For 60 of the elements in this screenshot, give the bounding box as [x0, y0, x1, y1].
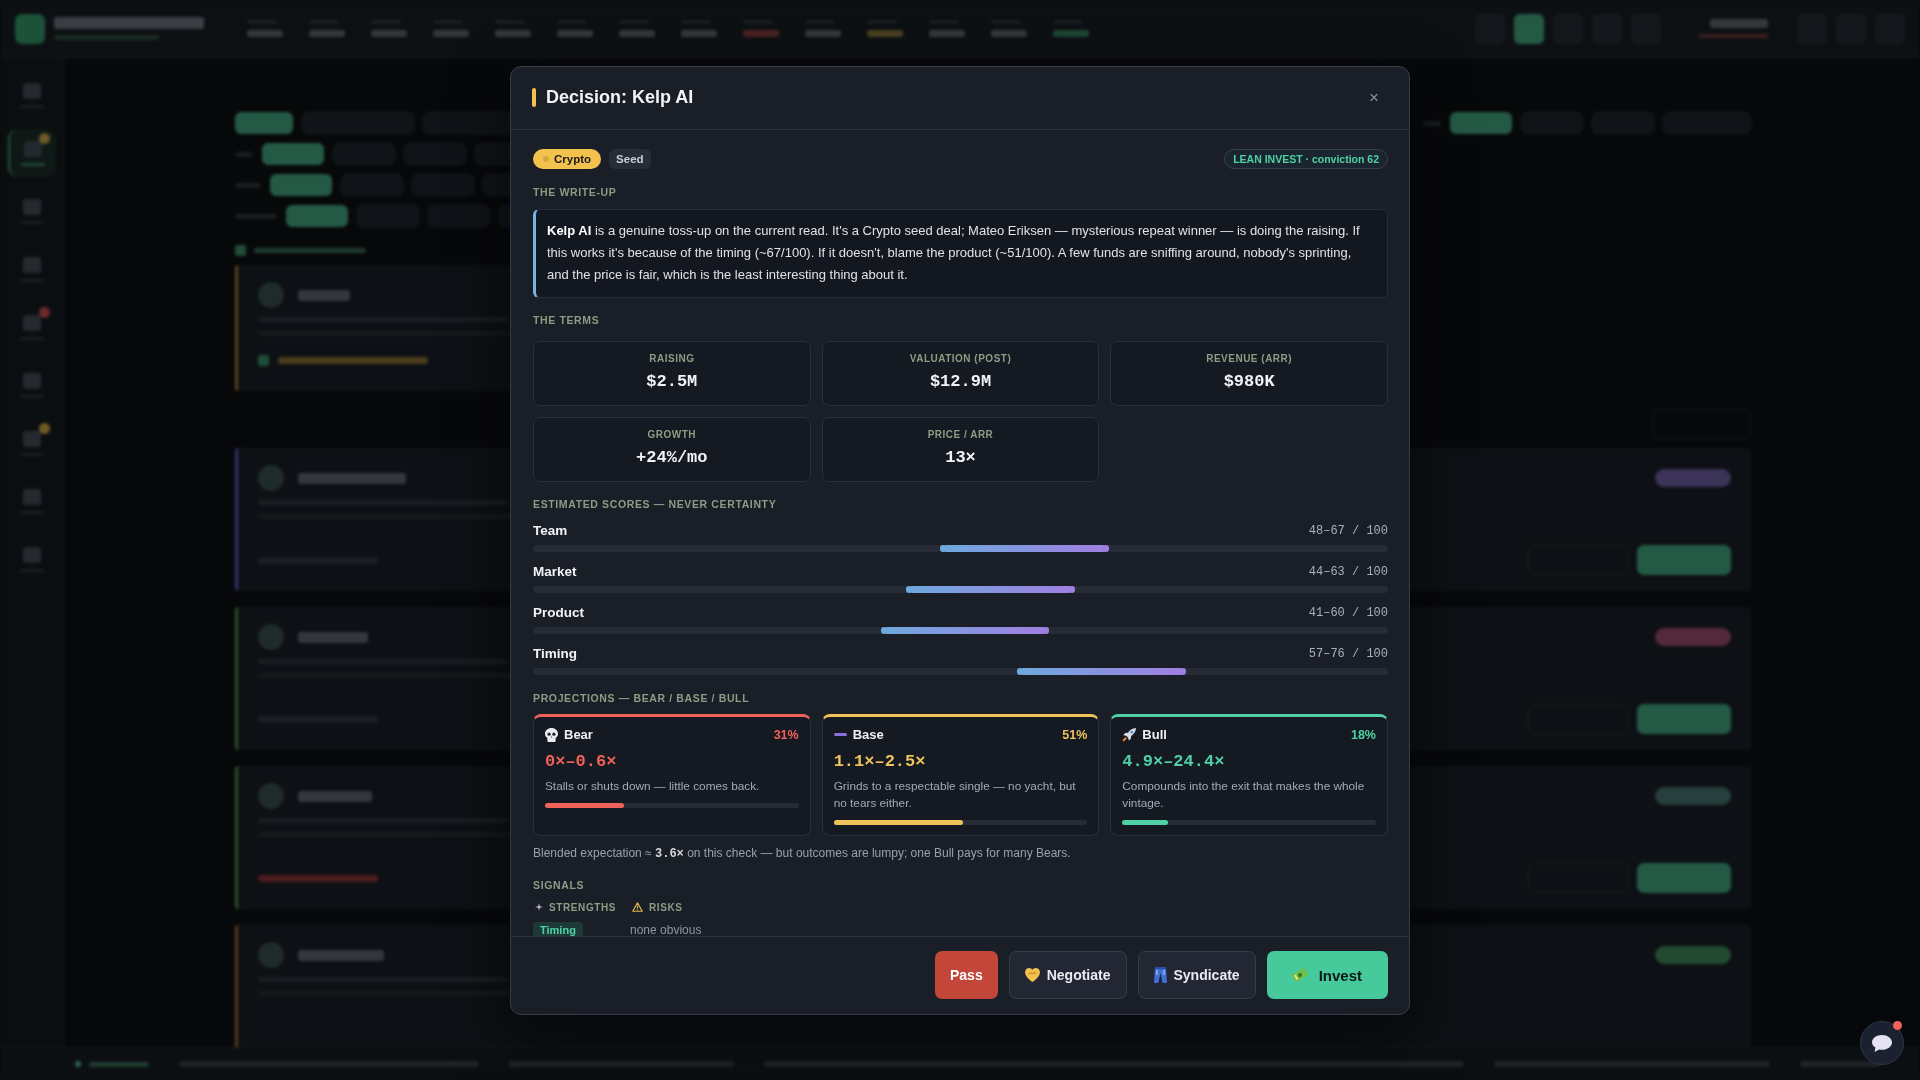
projection-description: Grinds to a respectable single — no yacht, but no tears either. [833, 777, 1077, 812]
speech-bubble-icon [1872, 1034, 1892, 1052]
sector-tag: Crypto [533, 148, 602, 169]
write-up-text: Kelp AI is a genuine toss-up on the current read. It's a Crypto seed deal; Mateo Eriksen — mysterious repeat winner — is doing the raising. If this works it's because of the timing (~67/100). If it doesn't, blame the product (~51/100). A few funds are sniffing around, nobody's sprinting, and the price is fair, which is the least interesting thing about it. [547, 221, 1361, 284]
accent-bar-icon [532, 88, 536, 107]
score-range: 48–67 / 100 [1308, 523, 1388, 538]
skull-icon [545, 727, 558, 742]
verdict-badge: LEAN INVEST · conviction 62 [1224, 148, 1388, 169]
section-heading: PROJECTIONS — BEAR / BASE / BULL [533, 690, 750, 705]
term-label: PRICE / ARR [927, 428, 994, 441]
warning-icon [632, 902, 643, 912]
score-range: 41–60 / 100 [1308, 605, 1388, 620]
syndicate-button[interactable]: Syndicate [1137, 951, 1256, 999]
term-label: RAISING [649, 352, 695, 365]
term-value: $980K [1223, 370, 1275, 393]
section-heading: THE TERMS [533, 312, 600, 327]
projection-name: Bull [1142, 727, 1167, 742]
signal-column-heading: STRENGTHS [549, 901, 617, 913]
term-value: $2.5M [646, 370, 698, 393]
term-value: $12.9M [929, 370, 992, 393]
projection-name: Bear [564, 727, 593, 742]
projection-description: Compounds into the exit that makes the whole vintage. [1122, 777, 1366, 812]
signal-column-heading: RISKS [649, 901, 683, 913]
score-range: 44–63 / 100 [1308, 564, 1388, 579]
score-label: Market [533, 564, 577, 579]
pass-button[interactable]: Pass [935, 951, 998, 999]
projection-probability: 51% [1062, 727, 1088, 742]
negotiate-button[interactable]: Negotiate [1008, 951, 1127, 999]
strength-chip: Timing [533, 921, 583, 936]
trousers-icon [1153, 967, 1167, 983]
section-heading: ESTIMATED SCORES — NEVER CERTAINTY [533, 496, 777, 511]
dot-icon [543, 155, 549, 162]
term-value: +24%/mo [636, 446, 708, 469]
term-value: 13× [945, 446, 976, 469]
rocket-icon [1122, 727, 1137, 742]
term-label: GROWTH [647, 428, 697, 441]
projection-name: Base [852, 727, 884, 742]
term-label: VALUATION (POST) [909, 352, 1012, 365]
blended-expectation-text: Blended expectation ≈ 3.6× on this check — but outcomes are lumpy; one Bull pays for many Bears. [533, 844, 1072, 863]
stage-tag: Seed [609, 148, 651, 169]
section-heading: SIGNALS [533, 877, 585, 892]
score-label: Product [533, 605, 584, 620]
score-range: 57–76 / 100 [1308, 646, 1388, 661]
empty-signals-text: none obvious [630, 921, 702, 936]
sparkle-icon [535, 903, 543, 911]
score-label: Team [533, 523, 568, 538]
section-heading: THE WRITE-UP [533, 184, 617, 199]
close-button[interactable]: × [1365, 86, 1383, 109]
invest-button[interactable]: Invest [1266, 951, 1388, 999]
projection-probability: 31% [773, 727, 799, 742]
dialog-title: Decision: Kelp AI [546, 87, 695, 108]
projection-multiple: 1.1×–2.5× [833, 750, 927, 773]
projection-multiple: 4.9×–24.4× [1122, 750, 1226, 773]
projection-description: Stalls or shuts down — little comes back. [545, 777, 761, 795]
dash-icon [833, 733, 847, 736]
heart-icon [1024, 968, 1040, 982]
term-label: REVENUE (ARR) [1206, 352, 1293, 365]
projection-multiple: 0×–0.6× [545, 750, 618, 773]
score-label: Timing [533, 646, 577, 661]
projection-probability: 18% [1350, 727, 1376, 742]
